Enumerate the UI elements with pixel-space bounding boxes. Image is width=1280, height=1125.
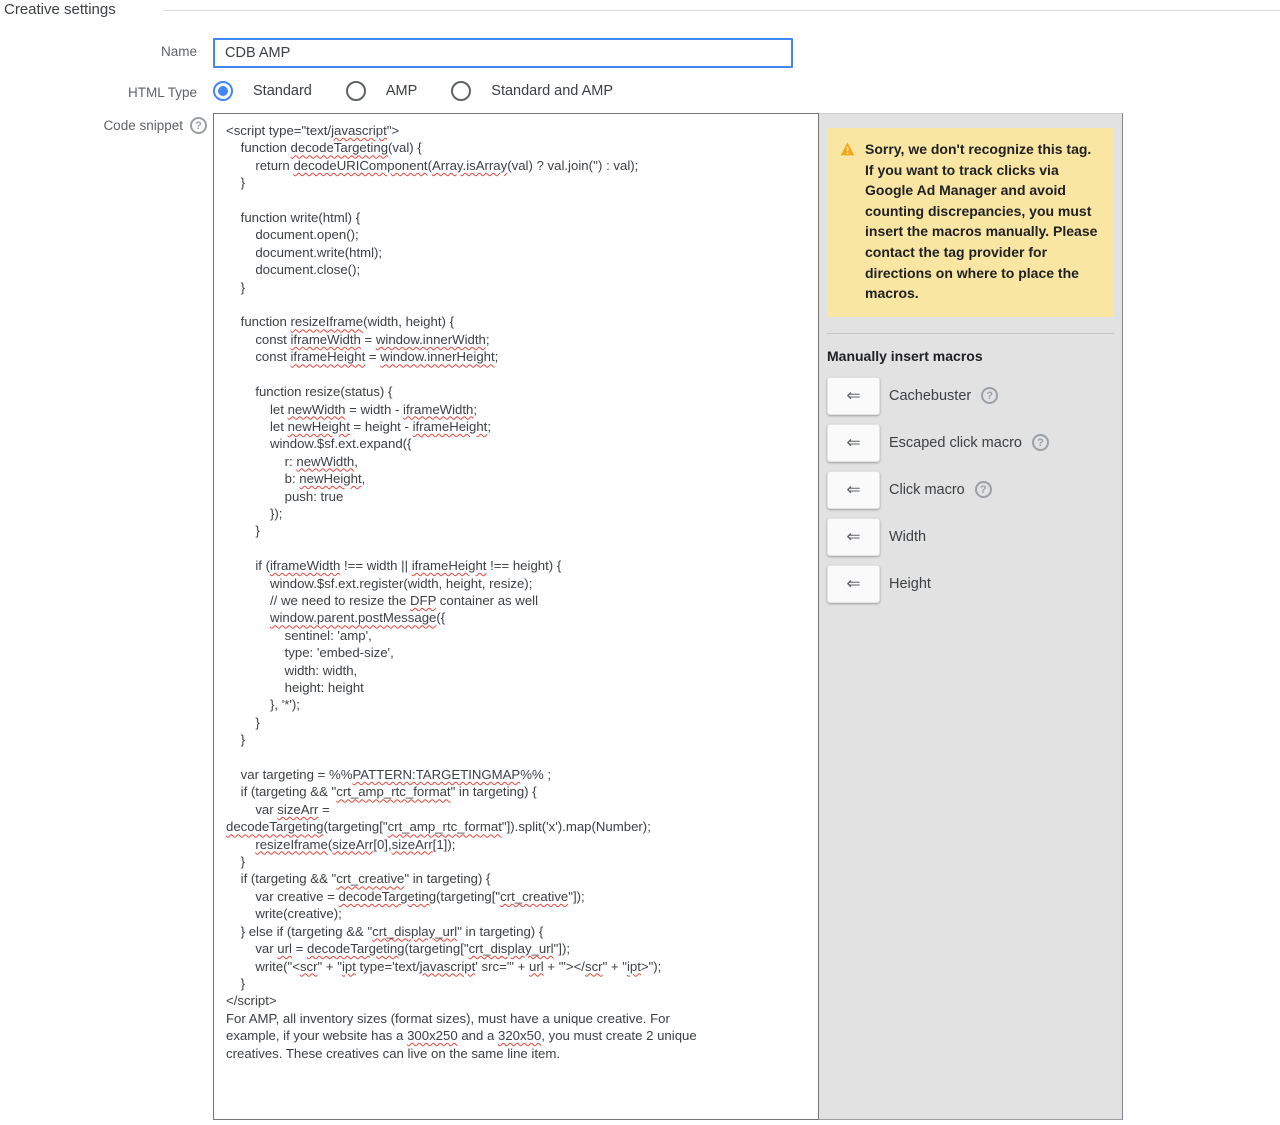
warning-icon bbox=[840, 142, 855, 156]
macro-list: ⇐ Cachebuster ? ⇐ Escaped click macro ? … bbox=[819, 376, 1122, 603]
macro-row-cachebuster: ⇐ Cachebuster ? bbox=[827, 376, 1122, 415]
macro-row-height: ⇐ Height bbox=[827, 564, 1122, 603]
macros-side-panel: Sorry, we don't recognize this tag. If y… bbox=[819, 113, 1123, 1120]
radio-icon[interactable] bbox=[213, 81, 233, 101]
page-title: Creative settings bbox=[4, 1, 116, 18]
macro-row-width: ⇐ Width bbox=[827, 517, 1122, 556]
html-type-radio-group: Standard AMP Standard and AMP bbox=[213, 81, 647, 101]
insert-left-arrow-icon: ⇐ bbox=[846, 526, 861, 546]
insert-cachebuster-button[interactable]: ⇐ bbox=[827, 376, 880, 415]
macro-label: Width bbox=[889, 528, 927, 545]
macro-row-escaped-click-macro: ⇐ Escaped click macro ? bbox=[827, 423, 1122, 462]
title-divider bbox=[163, 10, 1280, 11]
tag-warning-box: Sorry, we don't recognize this tag. If y… bbox=[827, 128, 1114, 317]
macro-label: Height bbox=[889, 575, 931, 592]
macro-label: Cachebuster bbox=[889, 387, 972, 404]
code-snippet-label-row: Code snippet ? bbox=[0, 117, 207, 134]
insert-width-button[interactable]: ⇐ bbox=[827, 517, 880, 556]
name-label: Name bbox=[160, 44, 197, 59]
radio-option-label: Standard bbox=[253, 83, 312, 99]
insert-left-arrow-icon: ⇐ bbox=[846, 432, 861, 452]
insert-click-macro-button[interactable]: ⇐ bbox=[827, 470, 880, 509]
macros-section-title: Manually insert macros bbox=[827, 347, 983, 364]
name-input[interactable] bbox=[213, 38, 793, 68]
radio-option-amp[interactable]: AMP bbox=[345, 81, 418, 101]
radio-icon[interactable] bbox=[451, 81, 472, 101]
code-snippet-label: Code snippet bbox=[103, 118, 183, 133]
insert-height-button[interactable]: ⇐ bbox=[827, 564, 880, 603]
warning-text: Sorry, we don't recognize this tag. If y… bbox=[865, 141, 1098, 302]
panel-divider bbox=[827, 332, 1114, 334]
radio-option-label: AMP bbox=[385, 83, 418, 99]
creative-settings-main: <script type="text/javascript"> function… bbox=[213, 113, 1123, 1120]
insert-left-arrow-icon: ⇐ bbox=[846, 573, 861, 593]
radio-option-label: Standard and AMP bbox=[491, 83, 614, 99]
help-icon[interactable]: ? bbox=[974, 481, 992, 499]
insert-escaped-click-macro-button[interactable]: ⇐ bbox=[827, 423, 880, 462]
radio-option-standard[interactable]: Standard bbox=[213, 81, 312, 101]
radio-option-standard-and-amp[interactable]: Standard and AMP bbox=[451, 81, 613, 101]
macro-row-click-macro: ⇐ Click macro ? bbox=[827, 470, 1122, 509]
insert-left-arrow-icon: ⇐ bbox=[846, 479, 861, 499]
help-icon[interactable]: ? bbox=[1031, 434, 1049, 452]
html-type-label: HTML Type bbox=[127, 85, 197, 100]
macro-label: Escaped click macro bbox=[889, 434, 1022, 451]
macro-label: Click macro bbox=[889, 481, 965, 498]
radio-icon[interactable] bbox=[345, 81, 366, 101]
help-icon[interactable]: ? bbox=[190, 117, 207, 134]
code-snippet-textarea[interactable]: <script type="text/javascript"> function… bbox=[213, 113, 819, 1120]
insert-left-arrow-icon: ⇐ bbox=[846, 385, 861, 405]
help-icon[interactable]: ? bbox=[981, 387, 999, 405]
